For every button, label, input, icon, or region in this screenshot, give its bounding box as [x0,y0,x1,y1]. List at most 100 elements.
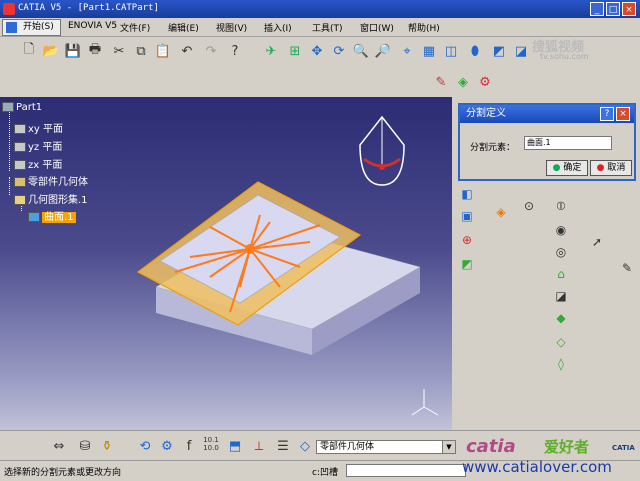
pan-icon[interactable]: ✥ [308,42,326,60]
trim-icon[interactable]: ◎ [552,243,570,261]
chevron-down-icon[interactable]: ▼ [442,441,455,453]
sweep-icon[interactable]: ▣ [458,207,476,225]
axis-system-icon[interactable]: ⟂ [250,437,268,455]
start-icon [6,22,17,33]
update-icon[interactable]: ⟲ [136,437,154,455]
geometric-set-icon [14,195,26,205]
current-body-select[interactable]: 零部件几何体 ▼ [316,440,456,454]
split-element-field[interactable]: 曲面.1 [524,136,612,150]
tree-root[interactable]: Part1 [2,102,42,113]
undo-icon[interactable]: ↶ [178,42,196,60]
minimize-button[interactable]: _ [590,2,604,16]
tree-item-yz-plane[interactable]: yz 平面 [14,138,62,153]
tree-item-label: xy 平面 [28,124,64,135]
print-icon[interactable]: 🖶 [86,42,104,60]
select-arrow-icon[interactable]: ➚ [588,233,606,251]
tree-item-surface[interactable]: 曲面.1 [28,208,76,223]
whats-this-icon[interactable]: ? [226,42,244,60]
catia-logo: CATIA [612,444,635,452]
tree-item-part-body[interactable]: 零部件几何体 [14,173,88,188]
menu-help[interactable]: 帮助(H) [408,21,440,34]
bottle-icon[interactable]: ⚱ [98,437,116,455]
sew-surface-icon[interactable]: ◊ [552,355,570,373]
command-input[interactable] [346,464,466,477]
surface-operation-icon[interactable]: ⦶ [552,197,570,215]
status-message: 选择新的分割元素或更改方向 [4,468,122,478]
cut-icon[interactable]: ✂ [110,42,128,60]
boundary-icon[interactable]: ⊙ [520,197,538,215]
compass-snap-icon[interactable]: ⇔ [50,437,68,455]
thicken-icon[interactable]: ◆ [552,309,570,327]
maximize-button[interactable]: □ [606,2,620,16]
split-element-label: 分割元素： [470,143,516,153]
command-label: c:凹槽 [312,468,338,478]
menu-insert[interactable]: 插入(I) [264,21,292,34]
dialog-title: 分割定义 [466,108,506,119]
paste-icon[interactable]: 📋 [154,42,172,60]
compass-icon[interactable] [359,115,405,186]
formula-icon[interactable]: f [180,437,198,455]
menu-window[interactable]: 窗口(W) [360,21,394,34]
orient-icon[interactable]: ⚙ [158,437,176,455]
shading-icon[interactable]: ⬮ [466,42,484,60]
join-icon[interactable]: ◩ [458,255,476,273]
secondary-toolbar: ✎ ◈ ⚙ [0,65,640,98]
sketch-icon[interactable]: ✎ [618,259,636,277]
tree-item-label: 曲面.1 [42,212,76,223]
current-body-value: 零部件几何体 [320,442,375,452]
close-surface-icon[interactable]: ◇ [552,333,570,351]
start-menu[interactable]: 开始(S) [2,19,61,36]
cancel-button[interactable]: ● 取消 [590,160,632,176]
save-icon[interactable]: 💾 [64,42,82,60]
tree-item-label: yz 平面 [28,142,63,153]
chamfer-icon[interactable]: ◪ [552,287,570,305]
normal-view-icon[interactable]: ⌖ [398,42,416,60]
multi-view-icon[interactable]: ▦ [420,42,438,60]
dialog-help-button[interactable]: ? [600,107,614,121]
split-definition-dialog: 分割定义 ? × 分割元素： 曲面.1 ● 确定 ● 取消 [458,103,636,181]
new-icon[interactable]: 🗋 [20,42,38,60]
axis-triad [411,389,439,416]
tree-item-zx-plane[interactable]: zx 平面 [14,156,62,171]
menu-tools[interactable]: 工具(T) [312,21,343,34]
catia-watermark: catia [466,436,516,457]
analysis-icon[interactable]: ⚙ [476,73,494,91]
point-icon[interactable]: ⊕ [458,231,476,249]
measure-icon[interactable]: ✎ [432,73,450,91]
material-icon[interactable]: ◈ [454,73,472,91]
extrude-icon[interactable]: ◧ [458,185,476,203]
menu-file[interactable]: 文件(F) [120,21,150,34]
rotate-icon[interactable]: ⟳ [330,42,348,60]
ok-button[interactable]: ● 确定 [546,160,588,176]
plane-icon [14,124,26,134]
scale-icon[interactable]: 10.1 10.0 [202,435,220,453]
tree-item-geometric-set[interactable]: 几何图形集.1 [14,191,88,206]
list-icon[interactable]: ☰ [274,437,292,455]
catalog-icon[interactable]: ⛁ [76,437,94,455]
tree-item-label: 几何图形集.1 [28,195,88,206]
redo-icon[interactable]: ↷ [202,42,220,60]
ok-button-label: 确定 [563,163,582,173]
fillet-icon[interactable]: ⌂ [552,265,570,283]
swap-space-icon[interactable]: ◪ [512,42,530,60]
tree-item-xy-plane[interactable]: xy 平面 [14,120,63,135]
menu-edit[interactable]: 编辑(E) [168,21,199,34]
window-title: CATIA V5 - [Part1.CATPart] [18,3,159,13]
fly-mode-icon[interactable]: ✈ [262,42,280,60]
menu-enovia[interactable]: ENOVIA V5 [68,21,117,31]
zoom-in-icon[interactable]: 🔍 [352,42,370,60]
offset-icon[interactable]: ◈ [492,203,510,221]
hide-show-icon[interactable]: ◩ [490,42,508,60]
geometry-body-icon[interactable]: ◇ [296,437,314,455]
zoom-out-icon[interactable]: 🔎 [374,42,392,60]
close-button[interactable]: × [622,2,636,16]
3d-viewport[interactable]: Part1 xy 平面 yz 平面 zx 平面 零部件几何体 几何图形集.1 曲… [0,97,452,430]
split-icon[interactable]: ◉ [552,221,570,239]
open-icon[interactable]: 📂 [42,42,60,60]
iso-view-icon[interactable]: ◫ [442,42,460,60]
body-insert-icon[interactable]: ⬒ [226,437,244,455]
menu-view[interactable]: 视图(V) [216,21,247,34]
copy-icon[interactable]: ⧉ [132,42,150,60]
dialog-close-button[interactable]: × [616,107,630,121]
fit-all-icon[interactable]: ⊞ [286,42,304,60]
